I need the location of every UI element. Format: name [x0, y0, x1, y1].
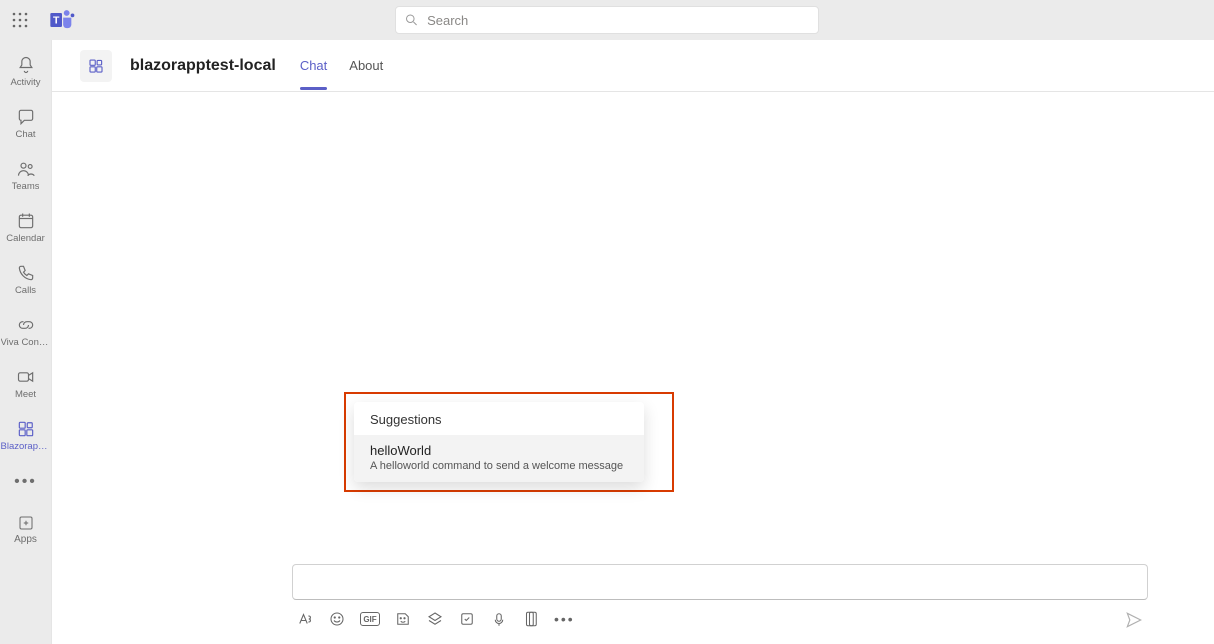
- rail-item-label: Calls: [15, 285, 36, 296]
- emoji-icon[interactable]: [328, 610, 346, 628]
- gif-button[interactable]: GIF: [360, 612, 380, 626]
- loop-icon[interactable]: [458, 610, 476, 628]
- stream-icon[interactable]: [490, 610, 508, 628]
- compose-toolbar: GIF •••: [292, 600, 1148, 628]
- chat-body: Suggestions helloWorld A helloworld comm…: [52, 92, 1214, 564]
- phone-icon: [16, 263, 36, 283]
- extension-icon[interactable]: [426, 610, 444, 628]
- chat-header: blazorapptest-local Chat About: [52, 40, 1214, 92]
- rail-item-teams[interactable]: Teams: [0, 150, 52, 200]
- rail-item-label: Chat: [15, 129, 35, 140]
- suggestions-header: Suggestions: [354, 402, 644, 435]
- titlebar: T: [0, 0, 1214, 40]
- rail-more-button[interactable]: •••: [0, 462, 52, 502]
- chat-pane: blazorapptest-local Chat About Suggestio…: [52, 40, 1214, 644]
- suggestion-title: helloWorld: [370, 443, 628, 458]
- rail-item-activity[interactable]: Activity: [0, 46, 52, 96]
- waffle-icon: [12, 12, 28, 28]
- rail-item-label: Meet: [15, 389, 36, 400]
- rail-item-label: Blazorappt...: [1, 441, 51, 452]
- rail-item-label: Teams: [12, 181, 40, 192]
- link-icon: [16, 315, 36, 335]
- tab-chat[interactable]: Chat: [300, 41, 327, 90]
- app-avatar: [80, 50, 112, 82]
- compose-more-button[interactable]: •••: [554, 611, 575, 627]
- sticker-icon[interactable]: [394, 610, 412, 628]
- send-icon: [1124, 610, 1144, 630]
- video-icon: [16, 367, 36, 387]
- people-icon: [16, 159, 36, 179]
- search-box[interactable]: [395, 6, 819, 34]
- bell-icon: [16, 55, 36, 75]
- app-icon: [16, 419, 36, 439]
- search-icon: [404, 12, 419, 28]
- app-rail: Activity Chat Teams Calendar Calls Viva …: [0, 40, 52, 644]
- teams-logo-icon: T: [48, 6, 76, 34]
- search-input[interactable]: [427, 13, 810, 28]
- suggestion-desc: A helloworld command to send a welcome m…: [370, 460, 628, 472]
- page-title: blazorapptest-local: [130, 57, 276, 75]
- send-button[interactable]: [1124, 610, 1144, 635]
- tabs: Chat About: [300, 41, 383, 90]
- plus-square-icon: [17, 514, 35, 532]
- rail-item-meet[interactable]: Meet: [0, 358, 52, 408]
- rail-item-apps[interactable]: Apps: [0, 504, 52, 554]
- more-icon: •••: [14, 473, 37, 491]
- compose-area: GIF •••: [52, 564, 1214, 644]
- app-launcher-button[interactable]: [0, 0, 40, 40]
- rail-item-calls[interactable]: Calls: [0, 254, 52, 304]
- rail-item-viva-connections[interactable]: Viva Connec...: [0, 306, 52, 356]
- rail-item-label: Apps: [14, 534, 37, 545]
- calendar-icon: [16, 211, 36, 231]
- svg-text:T: T: [53, 15, 60, 27]
- attachment-icon[interactable]: [522, 610, 540, 628]
- chat-icon: [16, 107, 36, 127]
- format-icon[interactable]: [296, 610, 314, 628]
- suggestions-highlight: Suggestions helloWorld A helloworld comm…: [344, 392, 674, 492]
- app-icon: [87, 57, 105, 75]
- rail-item-label: Calendar: [6, 233, 45, 244]
- tab-about[interactable]: About: [349, 41, 383, 90]
- message-input[interactable]: [292, 564, 1148, 600]
- rail-item-chat[interactable]: Chat: [0, 98, 52, 148]
- rail-item-calendar[interactable]: Calendar: [0, 202, 52, 252]
- rail-item-label: Activity: [10, 77, 40, 88]
- suggestions-popup: Suggestions helloWorld A helloworld comm…: [354, 402, 644, 482]
- suggestion-item-helloworld[interactable]: helloWorld A helloworld command to send …: [354, 435, 644, 482]
- rail-item-label: Viva Connec...: [1, 337, 51, 348]
- rail-item-blazorapptest[interactable]: Blazorappt...: [0, 410, 52, 460]
